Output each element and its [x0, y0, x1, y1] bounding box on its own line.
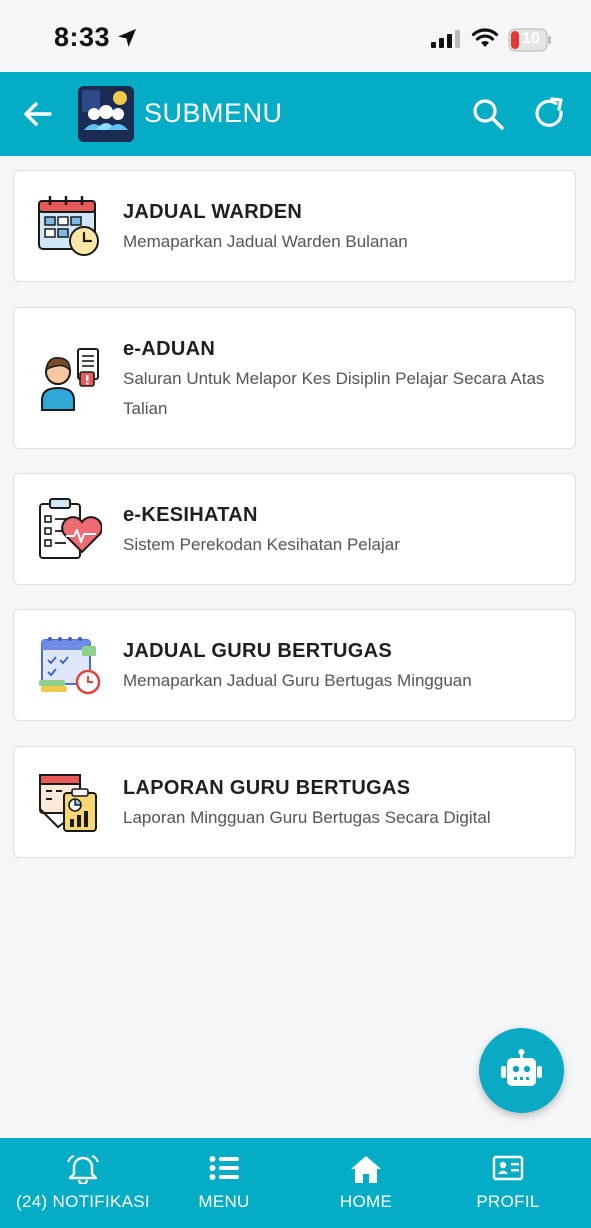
nav-label: (24) NOTIFIKASI [16, 1192, 150, 1211]
menu-card-e-kesihatan[interactable]: e-KESIHATAN Sistem Perekodan Kesihatan P… [13, 473, 576, 585]
nav-notifikasi[interactable]: (24) NOTIFIKASI [0, 1138, 166, 1228]
nav-label: MENU [198, 1192, 250, 1211]
card-title: e-ADUAN [123, 338, 216, 360]
duty-calendar-icon [39, 637, 101, 695]
card-title: JADUAL GURU BERTUGAS [123, 640, 392, 662]
nav-label: HOME [339, 1192, 393, 1211]
back-arrow-icon[interactable] [20, 96, 56, 132]
nav-label: PROFIL [476, 1192, 540, 1211]
nav-profil[interactable]: PROFIL [450, 1138, 566, 1228]
menu-card-jadual-warden[interactable]: JADUAL WARDEN Memaparkan Jadual Warden B… [13, 170, 576, 282]
location-arrow-icon [118, 29, 136, 47]
status-time: 8:33 [54, 22, 111, 52]
bottom-nav: (24) NOTIFIKASI MENU HOME PROFIL [0, 1138, 591, 1228]
menu-card-laporan-guru-bertugas[interactable]: LAPORAN GURU BERTUGAS Laporan Mingguan G… [13, 746, 576, 858]
calendar-clock-icon [38, 196, 99, 256]
menu-card-jadual-guru-bertugas[interactable]: JADUAL GURU BERTUGAS Memaparkan Jadual G… [13, 609, 576, 721]
report-chart-icon [39, 774, 97, 832]
list-icon [209, 1156, 239, 1180]
page-title: SUBMENU [144, 98, 283, 128]
complaint-person-icon [41, 348, 99, 411]
chatbot-button[interactable] [479, 1028, 564, 1113]
wifi-icon [471, 28, 499, 47]
health-clipboard-icon [39, 498, 102, 559]
card-description: Saluran Untuk Melapor Kes Disiplin Pelaj… [123, 369, 545, 418]
bell-icon [67, 1155, 99, 1184]
status-bar: 8:33 10 [0, 0, 591, 72]
nav-menu[interactable]: MENU [166, 1138, 282, 1228]
card-title: LAPORAN GURU BERTUGAS [123, 777, 411, 799]
app-logo [78, 86, 134, 142]
menu-card-e-aduan[interactable]: e-ADUAN Saluran Untuk Melapor Kes Disipl… [13, 307, 576, 449]
card-description: Sistem Perekodan Kesihatan Pelajar [123, 535, 400, 554]
cellular-signal-icon [431, 30, 460, 48]
home-icon [351, 1156, 381, 1183]
card-description: Memaparkan Jadual Guru Bertugas Mingguan [123, 671, 472, 690]
card-description: Memaparkan Jadual Warden Bulanan [123, 232, 408, 251]
search-icon[interactable] [470, 96, 506, 132]
card-title: e-KESIHATAN [123, 504, 258, 526]
card-description: Laporan Mingguan Guru Bertugas Secara Di… [123, 808, 491, 827]
robot-icon [501, 1049, 542, 1086]
profile-card-icon [492, 1155, 524, 1181]
nav-home[interactable]: HOME [306, 1138, 426, 1228]
refresh-icon[interactable] [532, 96, 568, 132]
card-title: JADUAL WARDEN [123, 201, 303, 223]
app-header: SUBMENU [0, 72, 591, 156]
battery-level: 10 [522, 30, 540, 47]
